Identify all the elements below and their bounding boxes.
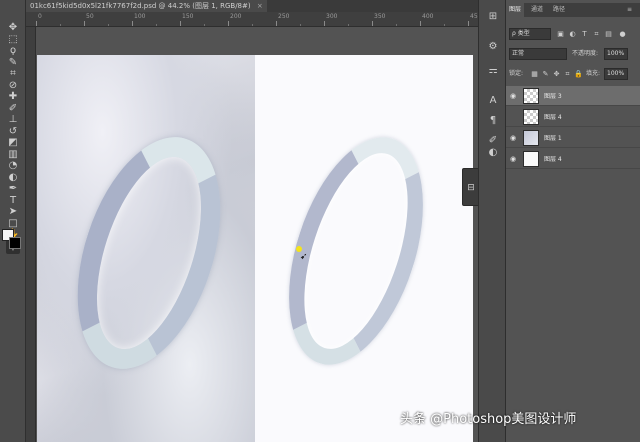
opacity-label: 不透明度: xyxy=(572,50,599,57)
document-tab-title: 01kc61f5kid5d0x5l21fk7767f2d.psd @ 44.2%… xyxy=(30,2,251,10)
visibility-eye-icon[interactable]: ◉ xyxy=(510,134,516,142)
lock-all-icon[interactable]: 🔒 xyxy=(574,70,583,79)
layer-row[interactable]: ◉ 图层 3 xyxy=(506,86,640,106)
ruler-number: 350 xyxy=(374,13,386,20)
layer-row[interactable]: ◉ 图层 1 xyxy=(506,128,640,148)
jade-bangle-right xyxy=(263,120,449,382)
ruler-number: 300 xyxy=(326,13,338,20)
ruler-minor-tick xyxy=(204,24,205,26)
filter-adjustment-icon[interactable]: ◐ xyxy=(568,30,577,39)
lock-label: 锁定: xyxy=(509,70,524,77)
layer-filter-row: ρ 类型 ▣ ◐ T ⌗ ▤ ● xyxy=(506,27,640,43)
ruler-minor-tick xyxy=(156,24,157,26)
color-icon[interactable]: ◐ xyxy=(486,146,500,160)
ruler-minor-tick xyxy=(348,24,349,26)
ruler-minor-tick xyxy=(444,24,445,26)
tab-paths[interactable]: 路径 xyxy=(550,3,568,17)
ruler-tick xyxy=(180,21,181,26)
close-tab-icon[interactable]: × xyxy=(257,2,263,10)
ruler-minor-tick xyxy=(60,24,61,26)
layer-row[interactable]: ◉ 图层 4 xyxy=(506,149,640,169)
type-icon[interactable]: A xyxy=(486,94,500,108)
lock-artboard-icon[interactable]: ⌗ xyxy=(563,70,572,79)
ruler-minor-tick xyxy=(252,24,253,26)
layer-thumbnail xyxy=(523,109,539,125)
tab-channels[interactable]: 通道 xyxy=(528,3,546,17)
ruler-number: 250 xyxy=(278,13,290,20)
layer-thumbnail xyxy=(523,88,539,104)
paragraph-icon[interactable]: ¶ xyxy=(486,114,500,128)
blend-row: 正常 不透明度: 100% xyxy=(506,47,640,63)
filter-smart-object-icon[interactable]: ▤ xyxy=(604,30,613,39)
pointer-cursor-icon: ➹ xyxy=(300,252,308,262)
ruler-tick xyxy=(36,21,37,26)
jade-bangle-left xyxy=(51,119,247,387)
layer-filter-kind-select[interactable]: ρ 类型 xyxy=(509,28,551,40)
tools-panel: ✥⬚ϙ✎⌗⊘✚✐⊥↺◩▥◔◐✒T➤□✋⚲ xyxy=(0,0,26,442)
ruler-tick xyxy=(132,21,133,26)
tab-layers[interactable]: 图层 xyxy=(506,3,525,17)
lock-position-icon[interactable]: ✥ xyxy=(552,70,561,79)
document-canvas[interactable]: ➹ xyxy=(37,55,473,442)
ruler-number: 0 xyxy=(38,13,42,20)
filter-toggle-icon[interactable]: ● xyxy=(618,30,627,39)
watermark-text: 头条 @Photoshop美图设计师 xyxy=(400,412,577,427)
blend-mode-select[interactable]: 正常 xyxy=(509,48,567,60)
ruler-number: 200 xyxy=(230,13,242,20)
filter-type-icon[interactable]: T xyxy=(580,30,589,39)
layer-name: 图层 4 xyxy=(544,114,562,121)
filter-shape-icon[interactable]: ⌗ xyxy=(592,30,601,39)
properties-icon[interactable]: ⚙ xyxy=(486,40,500,54)
layer-name: 图层 3 xyxy=(544,93,562,100)
ruler-tick xyxy=(324,21,325,26)
ruler-tick xyxy=(372,21,373,26)
background-photo-left xyxy=(37,55,255,442)
ruler-number: 400 xyxy=(422,13,434,20)
layer-thumbnail xyxy=(523,130,539,146)
ruler-tick xyxy=(228,21,229,26)
lock-image-icon[interactable]: ✎ xyxy=(541,70,550,79)
layers-panel-tabs: 图层 通道 路径 ≡ xyxy=(506,3,640,17)
fill-input[interactable]: 100% xyxy=(604,68,628,80)
layer-row[interactable]: 图层 4 xyxy=(506,107,640,127)
ruler-number: 50 xyxy=(86,13,94,20)
layer-thumbnail xyxy=(523,151,539,167)
panel-menu-icon[interactable]: ≡ xyxy=(624,3,635,17)
opacity-input[interactable]: 100% xyxy=(604,48,628,60)
history-icon[interactable]: ⊞ xyxy=(486,10,500,24)
ruler-tick xyxy=(468,21,469,26)
fill-label: 填充: xyxy=(586,70,601,77)
background-photo-right xyxy=(255,55,473,442)
background-color-swatch[interactable] xyxy=(9,237,21,249)
layer-name: 图层 1 xyxy=(544,135,562,142)
layers-panel: 图层 通道 路径 ≡ ρ 类型 ▣ ◐ T ⌗ ▤ ● 正常 不透明度: 100… xyxy=(506,0,640,442)
ruler-tick xyxy=(84,21,85,26)
vertical-ruler xyxy=(26,27,36,442)
lock-transparent-icon[interactable]: ▦ xyxy=(530,70,539,79)
ruler-number: 150 xyxy=(182,13,194,20)
ruler-tick xyxy=(420,21,421,26)
ruler-minor-tick xyxy=(108,24,109,26)
visibility-eye-icon[interactable]: ◉ xyxy=(510,155,516,163)
ruler-number: 450 xyxy=(470,13,478,20)
ruler-number: 100 xyxy=(134,13,146,20)
filter-pixel-icon[interactable]: ▣ xyxy=(556,30,565,39)
photoshop-window: ✥⬚ϙ✎⌗⊘✚✐⊥↺◩▥◔◐✒T➤□✋⚲ 01kc61f5kid5d0x5l21… xyxy=(0,0,640,442)
horizontal-ruler: 0 50 100 150 200 250 300 350 400 450 xyxy=(26,12,478,27)
document-tab[interactable]: 01kc61f5kid5d0x5l21fk7767f2d.psd @ 44.2%… xyxy=(26,0,267,12)
ruler-minor-tick xyxy=(300,24,301,26)
ruler-minor-tick xyxy=(396,24,397,26)
visibility-eye-icon[interactable]: ◉ xyxy=(510,92,516,100)
document-tab-bar: 01kc61f5kid5d0x5l21fk7767f2d.psd @ 44.2%… xyxy=(26,0,478,12)
lock-row: 锁定: ▦ ✎ ✥ ⌗ 🔒 填充: 100% xyxy=(506,67,640,83)
collapsed-panel-dock: ⊞ ⚙ ⚎ A ¶ ✐ ◐ xyxy=(478,0,506,442)
adjust-icon[interactable]: ⚎ xyxy=(486,64,500,78)
ruler-tick xyxy=(276,21,277,26)
layer-name: 图层 4 xyxy=(544,156,562,163)
